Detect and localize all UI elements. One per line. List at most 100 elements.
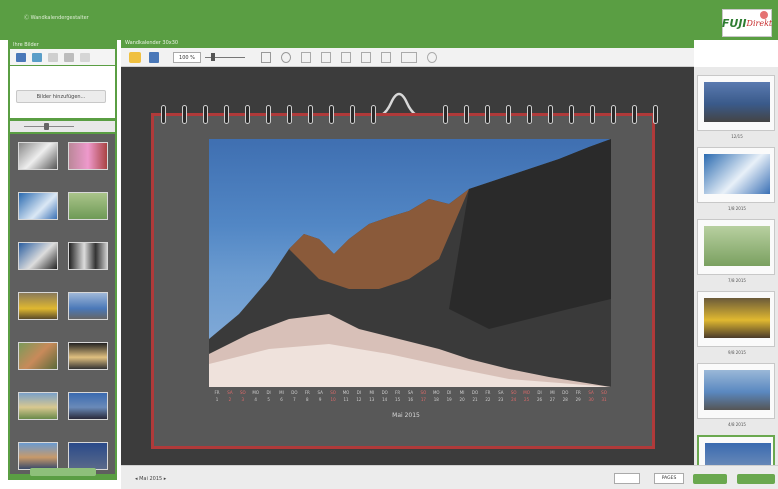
page-thumbnail[interactable]: 12/15 [697,75,775,139]
binding-ring [653,105,658,124]
binding-ring [527,105,532,124]
pages-button[interactable]: PAGES [654,473,684,484]
date-number: 2 [228,397,232,402]
weekday-label: FR [304,390,310,395]
save-icon[interactable] [149,52,159,63]
product-title: Wandkalender 30x30 [125,40,179,46]
slider-track [24,126,74,127]
weekday-label: DO [291,390,298,395]
binding-ring [590,105,595,124]
monitor-icon[interactable] [64,52,74,62]
order-button[interactable] [737,474,775,484]
weekday-label: FR [395,390,401,395]
weekday-label: MO [432,390,440,395]
image-thumbnail[interactable] [18,442,58,470]
image-thumbnail[interactable] [18,142,58,170]
text-icon[interactable] [301,52,311,63]
weekday-label: MO [252,390,259,395]
image-thumbnail[interactable] [68,392,108,420]
weekday-label: MI [459,390,465,395]
weekday-label: SA [227,390,233,395]
page-thumbnail[interactable] [697,435,775,465]
brand-logo[interactable]: FUJI Direkt [722,9,772,37]
next-page-icon[interactable]: ▸ [164,476,167,482]
folder-icon[interactable] [129,52,141,63]
binding-ring [371,105,376,124]
page-thumbnail[interactable]: 1/8 2015 [697,147,775,211]
effect-icon[interactable] [381,52,391,63]
cloud-icon[interactable] [80,52,90,62]
rotate-icon[interactable] [341,52,351,63]
view-toggle-button[interactable] [614,473,640,484]
weekday-label: FR [575,390,581,395]
add-images-button[interactable]: Bilder hinzufügen... [16,90,106,103]
zoom-slider-knob[interactable] [211,53,215,61]
page-thumbnail-image [704,82,770,122]
image-thumbnail[interactable] [68,292,108,320]
date-number: 22 [485,397,491,402]
weekday-label: SA [407,390,414,395]
settings-icon[interactable] [427,52,437,63]
preview-button[interactable] [693,474,727,484]
date-number: 8 [306,397,309,402]
weekday-label: DO [562,390,569,395]
date-number: 3 [241,397,245,402]
date-number: 27 [549,397,555,402]
weekday-label: SO [510,390,517,395]
date-number: 1 [215,397,219,402]
image-thumbnail[interactable] [18,342,58,370]
date-number: 12 [356,397,362,402]
date-number: 16 [407,397,414,402]
page-thumbnail-image [704,370,770,410]
page-thumbnail[interactable]: 9/8 2015 [697,291,775,355]
binding-ring [611,105,616,124]
layout-icon[interactable] [261,52,271,63]
date-number: 10 [330,397,336,402]
camera-icon[interactable] [32,52,42,62]
calendar-photo[interactable] [209,139,611,387]
image-thumbnail[interactable] [18,292,58,320]
binding-ring [464,105,469,124]
image-thumbnail[interactable] [68,242,108,270]
weekday-label: MI [550,390,555,395]
image-thumbnail[interactable] [68,342,108,370]
image-thumbnail[interactable] [18,242,58,270]
weekday-label: SA [317,390,323,395]
logo-sub: Direkt [746,18,773,28]
crop-icon[interactable] [321,52,331,63]
search-icon[interactable] [48,52,58,62]
folder-icon[interactable] [16,52,26,62]
zoom-value-field[interactable]: 100 % [173,52,201,63]
page-thumbnail-image [704,298,770,338]
date-number: 18 [433,397,439,402]
binding-ring [224,105,229,124]
date-number: 13 [369,397,375,402]
images-panel: Ihre Bilder Bilder hinzufügen... [8,40,117,480]
image-thumbnail[interactable] [68,442,108,470]
slider-knob[interactable] [44,123,49,130]
page-thumbnail[interactable]: 4/8 2015 [697,363,775,427]
frame-icon[interactable] [281,52,291,63]
left-panel-action-button[interactable] [30,468,96,476]
date-number: 26 [536,397,543,402]
weekday-label: FR [485,390,491,395]
page-navigation[interactable]: ◂ Mai 2015 ▸ [135,476,166,482]
binding-ring [329,105,334,124]
binding-ring [308,105,313,124]
image-thumbnail[interactable] [68,142,108,170]
grid-icon[interactable] [401,52,417,63]
image-thumbnail[interactable] [18,192,58,220]
page-thumbnail[interactable]: 7/8 2015 [697,219,775,283]
weekday-label: FR [214,390,220,395]
month-label: Mai 2015 [392,412,420,419]
page-thumbnail-label: 4/8 2015 [728,422,746,427]
date-number: 9 [318,397,322,402]
image-thumbnail-grid [10,134,115,474]
date-number: 6 [280,397,283,402]
thumb-size-slider[interactable] [10,121,115,132]
image-thumbnail[interactable] [18,392,58,420]
weekday-label: DO [381,390,388,395]
brush-icon[interactable] [361,52,371,63]
images-toolbar [10,49,115,65]
image-thumbnail[interactable] [68,192,108,220]
